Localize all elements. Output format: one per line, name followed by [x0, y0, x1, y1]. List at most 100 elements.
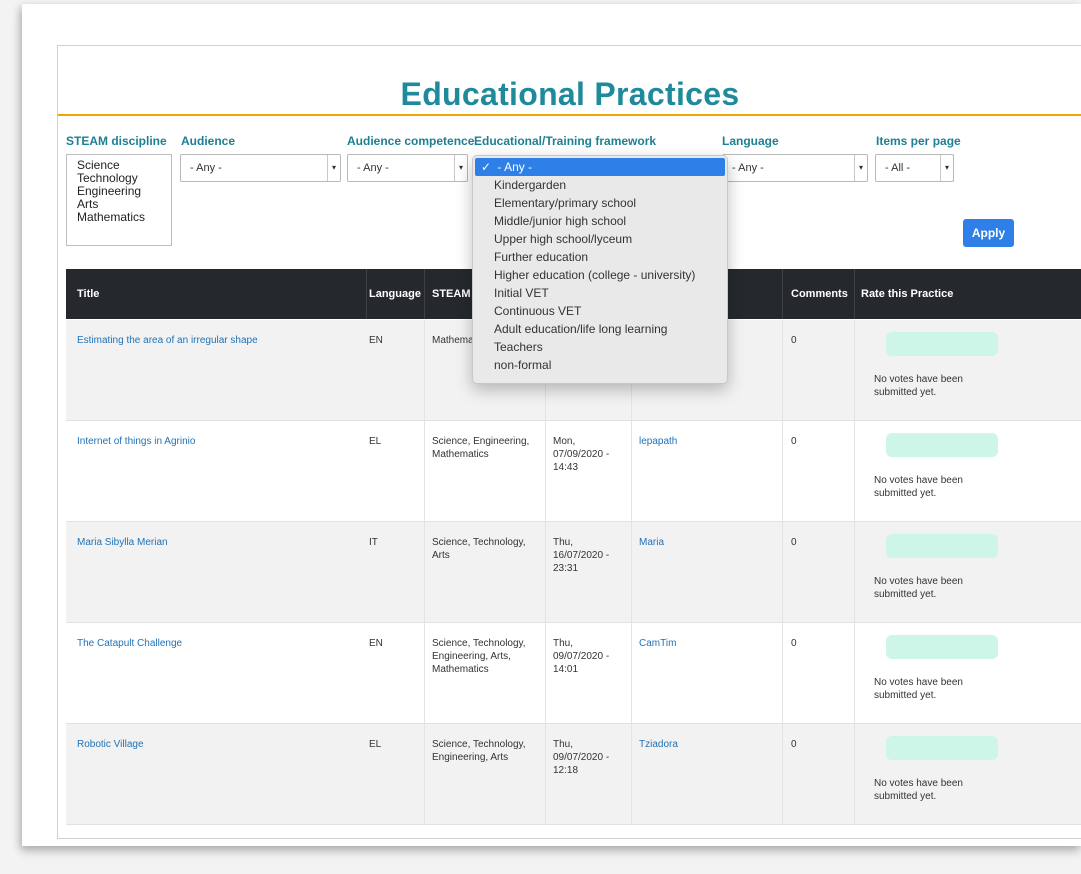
column-header-title[interactable]: Title	[77, 269, 99, 319]
competence-filter-label: Audience competence	[347, 134, 475, 148]
apply-button[interactable]: Apply	[963, 219, 1014, 247]
title-divider	[58, 114, 1081, 116]
practice-comments-count: 0	[791, 638, 797, 649]
rating-widget[interactable]	[886, 433, 998, 457]
table-row	[66, 825, 1081, 838]
column-divider	[424, 269, 425, 319]
rating-widget[interactable]	[886, 736, 998, 760]
table-row: The Catapult Challenge EN Science, Techn…	[66, 623, 1081, 724]
column-divider	[782, 320, 783, 420]
items-per-page-label: Items per page	[876, 134, 961, 148]
competence-select-value: - Any -	[357, 162, 389, 174]
framework-option[interactable]: Elementary/primary school	[473, 194, 727, 212]
practice-language: EN	[369, 638, 383, 649]
column-divider	[424, 421, 425, 521]
column-divider	[424, 724, 425, 824]
column-divider	[782, 623, 783, 723]
steam-filter-label: STEAM discipline	[66, 134, 167, 148]
practice-title-link[interactable]: Robotic Village	[77, 738, 357, 751]
framework-option[interactable]: Kindergarden	[473, 176, 727, 194]
checkmark-icon: ✓	[481, 160, 492, 174]
practice-author-link[interactable]: Maria	[639, 536, 664, 549]
steam-option[interactable]: Mathematics	[67, 211, 171, 224]
practice-title-link[interactable]: Internet of things in Agrinio	[77, 435, 357, 448]
rating-status: No votes have been submitted yet.	[874, 475, 963, 499]
column-divider	[782, 724, 783, 824]
practice-steam: Science, Technology, Arts	[432, 537, 526, 561]
column-divider	[782, 421, 783, 521]
column-divider	[782, 522, 783, 622]
rating-widget[interactable]	[886, 534, 998, 558]
audience-filter-label: Audience	[181, 134, 236, 148]
practice-steam: Science, Technology, Engineering, Arts	[432, 739, 526, 763]
practice-steam: Science, Engineering, Mathematics	[432, 436, 530, 460]
column-divider	[366, 269, 367, 319]
rating-status: No votes have been submitted yet.	[874, 576, 963, 600]
column-divider	[424, 623, 425, 723]
rating-status: No votes have been submitted yet.	[874, 778, 963, 802]
table-row: Maria Sibylla Merian IT Science, Technol…	[66, 522, 1081, 623]
framework-option[interactable]: Initial VET	[473, 284, 727, 302]
framework-option[interactable]: Continuous VET	[473, 302, 727, 320]
practice-author-link[interactable]: Tziadora	[639, 738, 678, 751]
practice-language: EL	[369, 739, 382, 750]
rating-widget[interactable]	[886, 332, 998, 356]
practice-date: Thu, 16/07/2020 - 23:31	[553, 537, 610, 574]
audience-select-value: - Any -	[190, 162, 222, 174]
framework-option[interactable]: Further education	[473, 248, 727, 266]
items-per-page-select[interactable]: - All - ▾	[875, 154, 954, 182]
practice-date: Thu, 09/07/2020 - 14:01	[553, 638, 610, 675]
framework-option[interactable]: Teachers	[473, 338, 727, 356]
framework-option-selected[interactable]: ✓ - Any -	[475, 158, 725, 176]
practice-author-link[interactable]: lepapath	[639, 435, 677, 448]
column-divider	[545, 522, 546, 622]
framework-filter-label: Educational/Training framework	[474, 134, 657, 148]
practice-language: IT	[369, 537, 378, 548]
practice-title-link[interactable]: Maria Sibylla Merian	[77, 536, 357, 549]
column-divider	[545, 724, 546, 824]
items-per-page-value: - All -	[885, 162, 911, 174]
rating-widget[interactable]	[886, 635, 998, 659]
column-divider	[854, 623, 855, 723]
practice-comments-count: 0	[791, 537, 797, 548]
table-row: Robotic Village EL Science, Technology, …	[66, 724, 1081, 825]
language-filter-label: Language	[722, 134, 779, 148]
framework-dropdown-menu[interactable]: ✓ - Any - Kindergarden Elementary/primar…	[472, 155, 728, 384]
select-arrow-icon: ▾	[940, 155, 953, 181]
select-arrow-icon: ▾	[327, 155, 340, 181]
audience-select[interactable]: - Any - ▾	[180, 154, 341, 182]
practice-comments-count: 0	[791, 436, 797, 447]
column-header-comments[interactable]: Comments	[791, 269, 848, 319]
framework-option[interactable]: Middle/junior high school	[473, 212, 727, 230]
steam-discipline-listbox[interactable]: Science Technology Engineering Arts Math…	[66, 154, 172, 246]
competence-select[interactable]: - Any - ▾	[347, 154, 468, 182]
column-divider	[854, 269, 855, 319]
column-divider	[854, 724, 855, 824]
column-divider	[545, 623, 546, 723]
framework-option-label: - Any -	[497, 160, 533, 174]
practice-title-link[interactable]: The Catapult Challenge	[77, 637, 357, 650]
page-title: Educational Practices	[400, 76, 740, 112]
practice-comments-count: 0	[791, 335, 797, 346]
practice-title-link[interactable]: Estimating the area of an irregular shap…	[77, 334, 357, 347]
column-divider	[424, 320, 425, 420]
column-header-language[interactable]: Language	[369, 269, 421, 319]
practice-author-link[interactable]: CamTim	[639, 637, 676, 650]
select-arrow-icon: ▾	[854, 155, 867, 181]
framework-option[interactable]: Adult education/life long learning	[473, 320, 727, 338]
column-divider	[854, 421, 855, 521]
framework-option[interactable]: Higher education (college - university)	[473, 266, 727, 284]
practice-steam: Science, Technology, Engineering, Arts, …	[432, 638, 526, 675]
column-divider	[854, 320, 855, 420]
column-divider	[854, 522, 855, 622]
column-divider	[424, 522, 425, 622]
language-select[interactable]: - Any - ▾	[722, 154, 868, 182]
practice-language: EN	[369, 335, 383, 346]
rating-status: No votes have been submitted yet.	[874, 677, 963, 701]
framework-option[interactable]: Upper high school/lyceum	[473, 230, 727, 248]
framework-option[interactable]: non-formal	[473, 356, 727, 374]
column-divider	[631, 724, 632, 824]
rating-status: No votes have been submitted yet.	[874, 374, 963, 398]
column-divider	[631, 522, 632, 622]
practice-date: Thu, 09/07/2020 - 12:18	[553, 739, 610, 776]
